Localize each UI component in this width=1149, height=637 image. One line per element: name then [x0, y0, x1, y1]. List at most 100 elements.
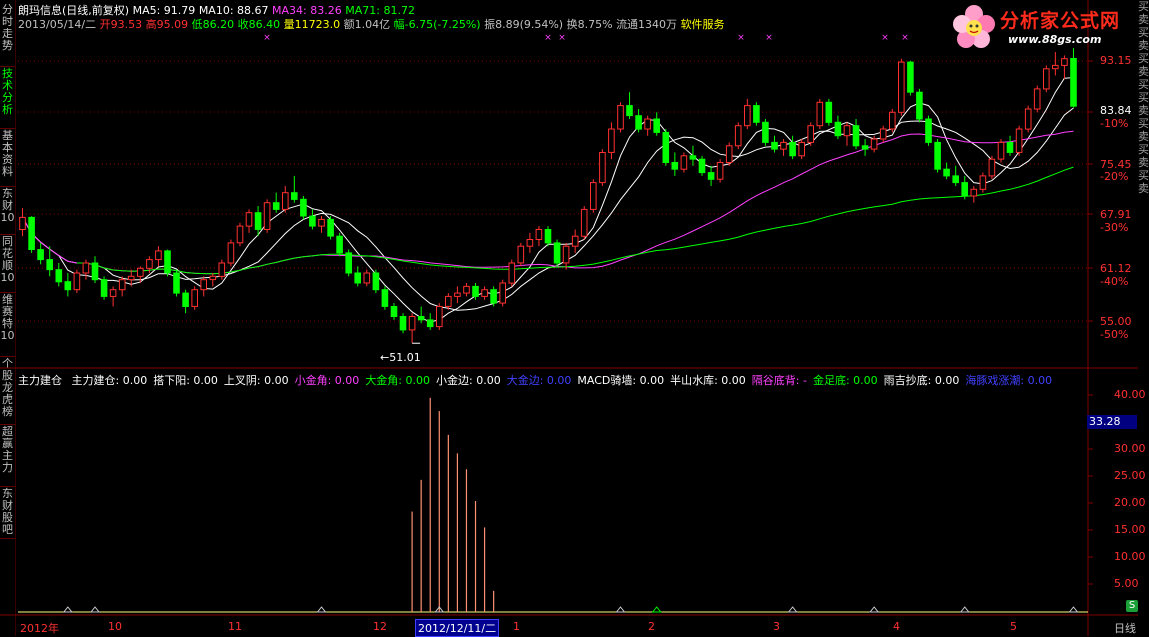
candle-body-21 — [209, 275, 217, 281]
candle-body-100 — [925, 118, 932, 143]
indicator-current-value: 33.28 — [1087, 415, 1137, 429]
indicator-item-5: 小金边: 0.00 — [436, 374, 501, 387]
candle-body-42 — [399, 316, 407, 331]
candle-body-79 — [734, 125, 742, 147]
candle-body-74 — [689, 155, 697, 160]
candle-body-87 — [807, 125, 815, 143]
price-tick-8: -40% — [1100, 275, 1129, 288]
candle-body-50 — [472, 285, 479, 297]
candle-body-40 — [381, 289, 389, 307]
period-selector[interactable]: 日线 — [1114, 620, 1136, 636]
candle-body-97 — [898, 61, 905, 113]
quote-turnover: 换8.75% — [566, 18, 613, 31]
price-tick-5: 67.91 — [1100, 208, 1132, 221]
quote-amount: 额1.04亿 — [343, 18, 391, 31]
candle-body-106 — [979, 175, 987, 190]
candle-body-96 — [889, 111, 896, 130]
candle-body-73 — [680, 155, 688, 170]
signal-x-marker-5: × — [881, 33, 889, 43]
candle-body-108 — [997, 141, 1005, 160]
quote-close: 收86.40 — [237, 18, 281, 31]
candle-body-90 — [834, 121, 842, 137]
time-tick-6: 3 — [773, 620, 780, 633]
right-tab-strip[interactable]: 买卖买卖买卖买买卖买卖买卖买卖 — [1138, 0, 1149, 195]
candle-body-115 — [1061, 58, 1068, 66]
candle-body-59 — [553, 242, 561, 264]
candle-body-30 — [291, 192, 298, 200]
candle-body-56 — [526, 239, 534, 247]
indicator-name[interactable]: 主力建仓 — [18, 374, 62, 387]
candle-body-66 — [617, 105, 624, 130]
quote-date: 2013/05/14/二 — [18, 18, 97, 31]
candle-body-111 — [1024, 108, 1032, 130]
s-widget-icon[interactable]: S — [1126, 600, 1138, 612]
indicator-item-11: 雨吉抄底: 0.00 — [883, 374, 960, 387]
candle-body-52 — [490, 289, 497, 304]
candle-body-68 — [635, 115, 642, 130]
indicator-item-10: 金足底: 0.00 — [812, 374, 878, 387]
ma71-line — [76, 166, 1074, 275]
indicator-item-9: 隔谷底背: - — [751, 374, 807, 387]
candle-body-89 — [825, 101, 833, 123]
candle-body-51 — [481, 289, 488, 297]
candle-body-55 — [517, 245, 525, 264]
candle-body-84 — [780, 141, 787, 150]
indicator-item-2: 上叉阴: 0.00 — [223, 374, 289, 387]
cursor-date: 2012/12/11/二 — [415, 619, 500, 637]
candle-body-9 — [100, 279, 108, 297]
candle-body-75 — [698, 158, 706, 174]
candle-body-92 — [852, 125, 860, 147]
candle-body-69 — [644, 118, 651, 130]
candle-body-71 — [662, 131, 670, 163]
price-tick-7: 61.12 — [1100, 262, 1132, 275]
signal-triangle-5 — [651, 606, 662, 613]
quote-volume: 量11723.0 — [283, 18, 341, 31]
candle-body-49 — [463, 285, 470, 294]
signal-triangle-2 — [316, 606, 327, 613]
time-tick-4: 1 — [513, 620, 520, 633]
candle-body-31 — [300, 198, 307, 217]
candle-body-12 — [127, 275, 135, 281]
candle-body-109 — [1006, 141, 1014, 153]
signal-x-marker-6: × — [901, 33, 909, 43]
time-tick-5: 2 — [648, 620, 655, 633]
indicator-item-1: 搭下阳: 0.00 — [153, 374, 218, 387]
signal-triangle-1 — [89, 606, 101, 613]
price-tick-0: 93.15 — [1100, 54, 1132, 67]
ma34-line — [22, 130, 1074, 275]
candle-body-80 — [744, 105, 751, 127]
candle-body-35 — [336, 235, 343, 254]
indicator-item-7: MACD骑墙: 0.00 — [577, 374, 665, 387]
candle-body-41 — [390, 306, 398, 317]
candle-body-61 — [571, 235, 579, 247]
candle-body-20 — [200, 279, 207, 291]
logo-brand: 分析家公式网 — [1000, 10, 1121, 32]
candle-body-107 — [988, 158, 996, 177]
candle-body-26 — [254, 212, 262, 230]
signal-x-marker-2: × — [558, 33, 566, 43]
time-tick-8: 5 — [1010, 620, 1017, 633]
candle-body-98 — [907, 61, 914, 93]
quote-open: 开93.53 — [99, 18, 143, 31]
candle-body-65 — [608, 128, 615, 153]
candle-body-39 — [372, 272, 380, 291]
candle-body-91 — [843, 125, 851, 137]
candle-body-57 — [535, 229, 543, 240]
candle-body-81 — [753, 105, 760, 123]
candle-body-28 — [272, 202, 280, 210]
stock-chart[interactable]: × × × × × × × — [0, 0, 1149, 636]
candle-body-2 — [37, 249, 44, 261]
site-logo: 分析家公式网 www.88gs.com — [948, 2, 1138, 54]
indicator-item-0: 主力建仓: 0.00 — [71, 374, 148, 387]
candle-body-67 — [626, 105, 633, 117]
candle-body-7 — [82, 262, 90, 274]
candle-body-23 — [227, 242, 235, 264]
candle-body-94 — [870, 138, 878, 150]
candle-body-101 — [934, 141, 941, 170]
candle-body-46 — [436, 306, 443, 328]
candle-body-11 — [118, 279, 126, 291]
candle-body-72 — [671, 162, 679, 170]
signal-x-marker-1: × — [544, 33, 552, 43]
candle-body-93 — [861, 145, 869, 150]
candle-body-18 — [182, 292, 189, 308]
